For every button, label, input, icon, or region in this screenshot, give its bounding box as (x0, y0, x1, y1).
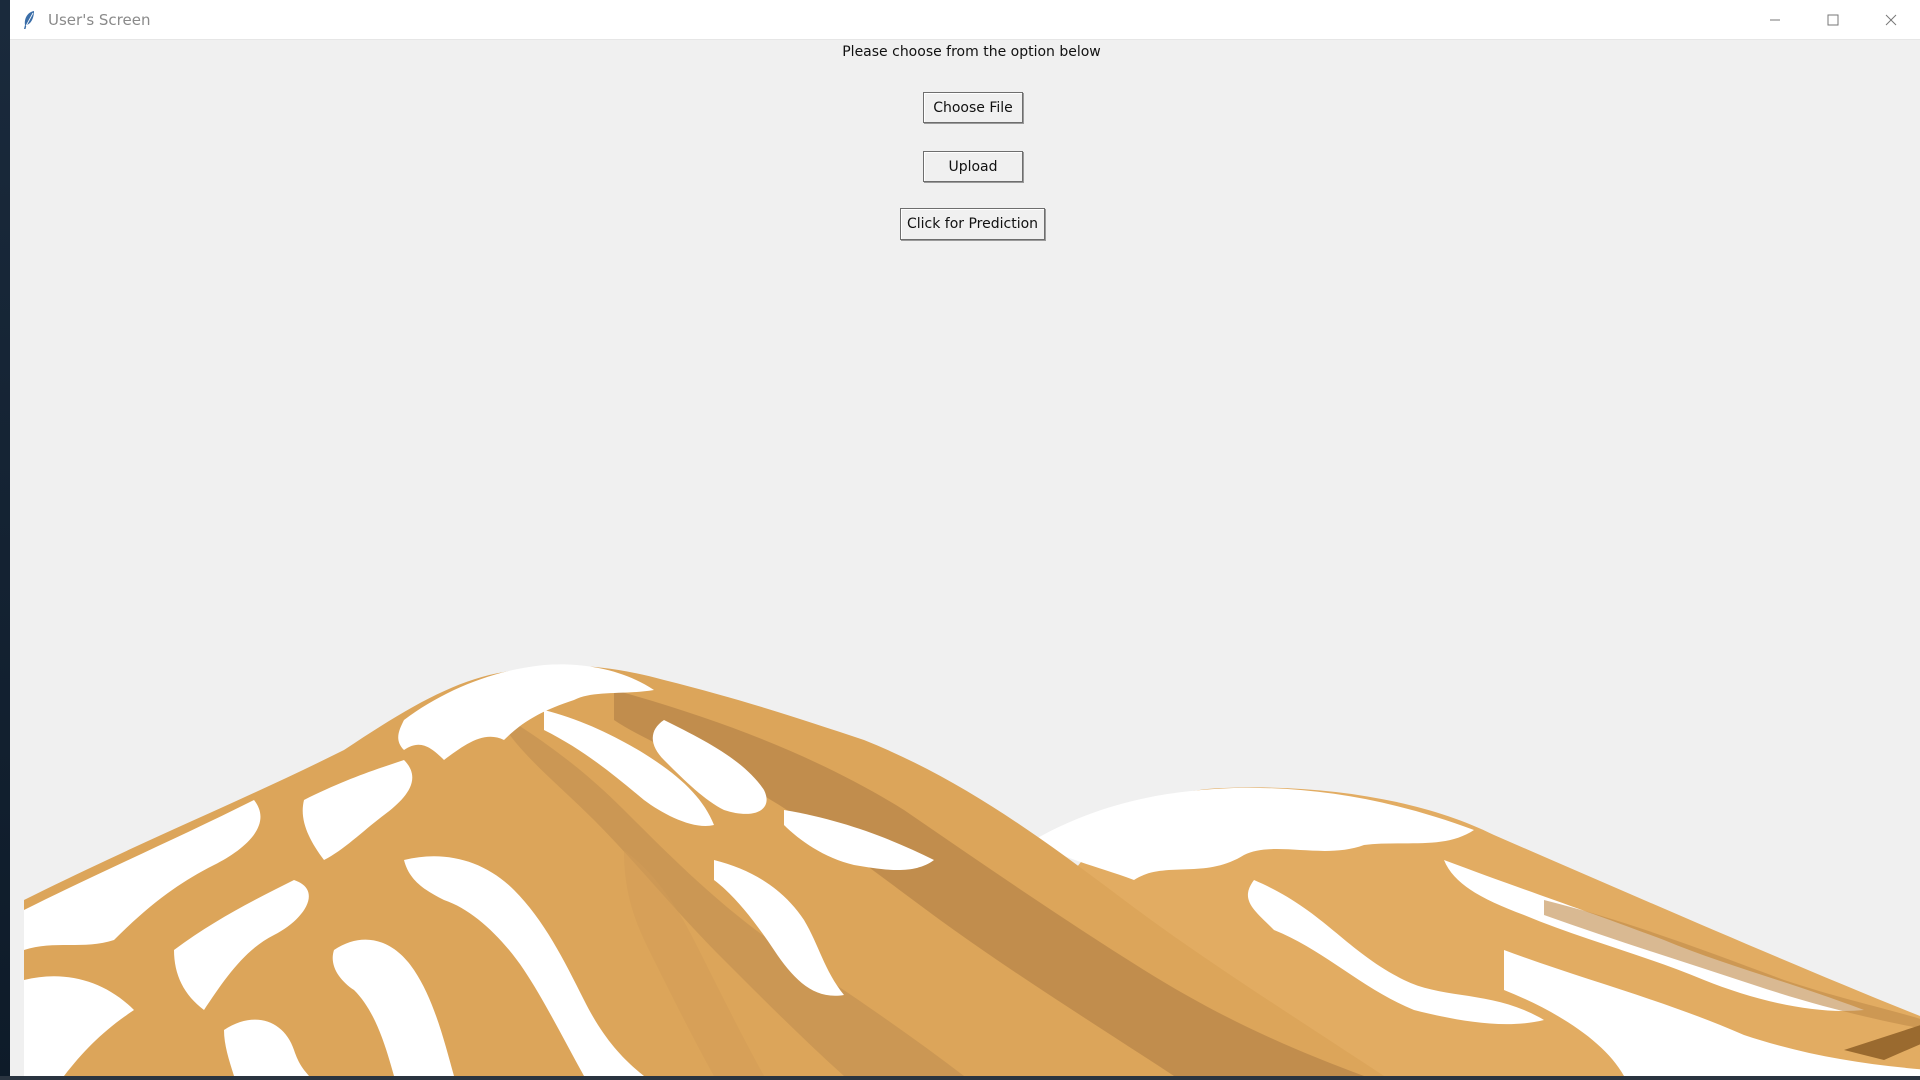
instruction-label: Please choose from the option below (842, 44, 1101, 60)
window-controls (1746, 0, 1920, 39)
prediction-button[interactable]: Click for Prediction (900, 208, 1045, 240)
app-window: User's Screen Please choose from the opt… (10, 0, 1920, 1076)
mountain-illustration (24, 664, 1920, 1076)
minimize-icon[interactable] (1746, 0, 1804, 39)
feather-icon (22, 9, 38, 31)
upload-button[interactable]: Upload (923, 151, 1023, 182)
close-icon[interactable] (1862, 0, 1920, 39)
choose-file-button[interactable]: Choose File (923, 92, 1023, 123)
maximize-icon[interactable] (1804, 0, 1862, 39)
window-title: User's Screen (48, 10, 151, 29)
title-bar[interactable]: User's Screen (10, 0, 1920, 40)
taskbar-edge (0, 1076, 1920, 1080)
desktop-edge (0, 0, 10, 1080)
